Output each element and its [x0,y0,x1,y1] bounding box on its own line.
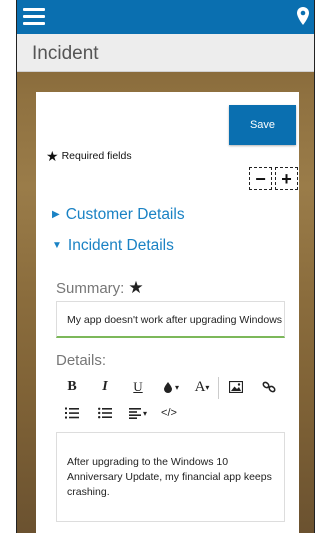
section-label: Incident Details [67,237,174,254]
required-star-icon: ★ [128,278,144,297]
italic-button[interactable]: I [97,377,113,397]
dropdown-caret-icon: ▾ [142,408,147,418]
section-label: Customer Details [65,206,185,223]
underline-button[interactable]: U [130,377,146,397]
collapse-all-button[interactable]: − [249,167,272,190]
details-textarea[interactable]: After upgrading to the Windows 10 Annive… [56,432,285,522]
form-card: Save ★ Required fields − + ▶ Customer Deta… [36,92,299,533]
collapse-arrow-icon: ▼ [52,240,62,251]
top-app-bar [17,0,314,34]
section-customer-details[interactable]: ▶ Customer Details [52,206,185,224]
page-title-bar: Incident [17,34,314,72]
align-icon [128,407,141,419]
bold-button[interactable]: B [64,377,80,397]
page-title: Incident [32,43,99,64]
summary-label-text: Summary: [56,280,125,297]
expand-arrow-icon: ▶ [52,209,60,220]
text-color-button[interactable]: ▾ [158,377,184,397]
required-fields-note: ★ Required fields [46,148,132,165]
summary-label: Summary: ★ [56,278,144,298]
toolbar-divider [218,377,219,399]
numbered-list-button[interactable] [64,403,80,423]
required-star-icon: ★ [46,148,59,164]
align-button[interactable]: ▾ [126,403,150,423]
code-view-button[interactable]: </> [160,403,178,423]
insert-image-button[interactable] [227,377,245,397]
summary-input[interactable]: My app doesn't work after upgrading Wind… [56,301,285,338]
font-size-button[interactable]: A ▾ [190,377,214,397]
bullet-list-icon [98,407,112,419]
numbered-list-icon [65,407,79,419]
app-frame: Incident Save ★ Required fields − + ▶ Cust… [16,0,315,533]
font-size-icon: A [194,378,206,395]
map-pin-icon[interactable] [296,6,310,26]
hamburger-menu-icon[interactable] [23,8,45,26]
expand-all-button[interactable]: + [275,167,298,190]
section-incident-details[interactable]: ▼ Incident Details [52,237,174,255]
bullet-list-button[interactable] [97,403,113,423]
required-fields-text: Required fields [61,150,132,162]
insert-link-button[interactable] [260,377,278,397]
link-icon [262,381,276,393]
droplet-icon [163,382,172,393]
details-label: Details: [56,352,107,369]
dropdown-caret-icon: ▾ [205,382,210,392]
dropdown-caret-icon: ▾ [174,382,179,392]
save-button[interactable]: Save [229,105,296,145]
image-icon [229,381,243,393]
